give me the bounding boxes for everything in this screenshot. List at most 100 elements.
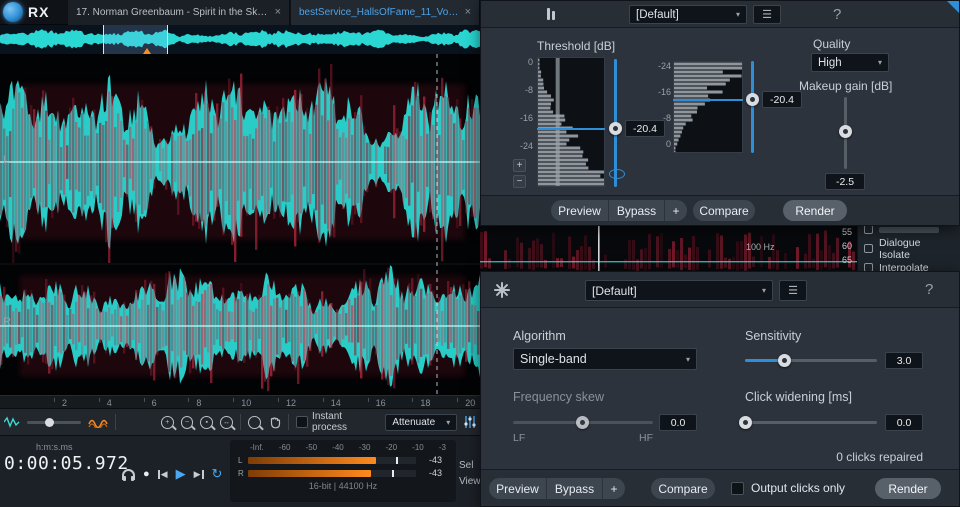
hist-zoom-in-button[interactable]: + bbox=[513, 159, 526, 172]
meter-scale-label: -Inf. bbox=[250, 443, 264, 452]
declick-preset-dropdown[interactable]: [Default] ▾ bbox=[585, 280, 773, 301]
freq-axis-label: 100 Hz bbox=[746, 242, 775, 252]
tab-label: 17. Norman Greenbaum - Spirit in the Sky… bbox=[76, 7, 269, 18]
collapse-icon[interactable]: « bbox=[2, 32, 8, 44]
blend-slider[interactable] bbox=[27, 421, 82, 424]
bypass-button[interactable]: Bypass bbox=[609, 200, 665, 221]
close-icon[interactable]: × bbox=[275, 7, 281, 18]
help-icon[interactable]: ? bbox=[925, 281, 933, 298]
compare-button[interactable]: Compare bbox=[693, 200, 755, 221]
preset-menu-button[interactable]: ☰ bbox=[753, 5, 781, 24]
attenuate-dropdown[interactable]: Attenuate ▾ bbox=[385, 414, 457, 431]
preset-menu-button[interactable]: ☰ bbox=[779, 280, 807, 301]
hand-tool-icon[interactable] bbox=[268, 415, 282, 429]
meter-scale-label: -50 bbox=[306, 443, 318, 452]
threshold-left-knob[interactable] bbox=[609, 122, 622, 135]
close-icon[interactable]: × bbox=[465, 7, 471, 18]
module-label: Dialogue Isolate bbox=[879, 237, 954, 261]
blend-slider-knob[interactable] bbox=[45, 418, 54, 427]
hist-zoom-out-button[interactable]: − bbox=[513, 175, 526, 188]
frequency-skew-knob[interactable] bbox=[576, 416, 589, 429]
render-button[interactable]: Render bbox=[783, 200, 847, 221]
sensitivity-knob[interactable] bbox=[778, 354, 791, 367]
selection-region[interactable] bbox=[103, 25, 168, 54]
go-to-end-button[interactable]: ▶ bbox=[194, 469, 204, 480]
algorithm-dropdown[interactable]: Single-band ▾ bbox=[513, 348, 697, 370]
editor-toolbar: + − ▪ ↔ Instant process Attenuate ▾ bbox=[0, 408, 480, 435]
channel-label-right: R bbox=[3, 316, 11, 328]
click-widening-slider[interactable] bbox=[745, 421, 877, 424]
output-clicks-checkbox[interactable] bbox=[731, 482, 744, 495]
zoom-out-icon[interactable]: − bbox=[181, 416, 194, 429]
declip-module-icon bbox=[547, 8, 555, 20]
threshold-right-axis: -24-16-80 bbox=[647, 61, 671, 149]
frequency-skew-value[interactable]: 0.0 bbox=[659, 414, 697, 431]
play-button[interactable]: ▶ bbox=[176, 466, 186, 482]
meter-right-label: R bbox=[238, 469, 244, 478]
makeup-gain-value[interactable]: -2.5 bbox=[825, 173, 865, 190]
tab-file-2[interactable]: bestService_HallsOfFame_11_Vocals_Dry.wa… bbox=[291, 0, 480, 25]
add-module-chain-button[interactable]: + bbox=[603, 478, 625, 499]
overview-waveform-strip[interactable]: « bbox=[0, 25, 480, 54]
preview-button[interactable]: Preview bbox=[489, 478, 547, 499]
zoom-fit-icon[interactable]: ↔ bbox=[220, 416, 233, 429]
add-module-chain-button[interactable]: + bbox=[665, 200, 687, 221]
bypass-button[interactable]: Bypass bbox=[547, 478, 603, 499]
spectrogram-canvas[interactable] bbox=[0, 54, 480, 395]
compare-button[interactable]: Compare bbox=[651, 478, 715, 499]
mixer-icon[interactable] bbox=[464, 415, 476, 429]
time-display[interactable]: 0:00:05.972 bbox=[4, 453, 129, 474]
preview-button[interactable]: Preview bbox=[551, 200, 609, 221]
threshold-right-histogram[interactable] bbox=[673, 61, 743, 153]
click-widening-label: Click widening [ms] bbox=[745, 390, 852, 404]
time-format-label[interactable]: h:m:s.ms bbox=[36, 442, 73, 452]
tab-file-1[interactable]: 17. Norman Greenbaum - Spirit in the Sky… bbox=[68, 0, 290, 25]
declip-footer: Preview Bypass + Compare Render bbox=[481, 195, 959, 225]
spectrogram-view[interactable]: L R bbox=[0, 54, 480, 395]
app-name: RX bbox=[28, 4, 49, 20]
meter-scale-label: -60 bbox=[279, 443, 291, 452]
spectrogram-settings-icon[interactable] bbox=[88, 416, 108, 428]
panel-corner-accent bbox=[947, 1, 959, 13]
divider bbox=[115, 414, 116, 430]
meter-scale-label: -30 bbox=[359, 443, 371, 452]
link-channels-icon[interactable] bbox=[609, 169, 625, 179]
threshold-left-histogram[interactable] bbox=[537, 57, 605, 187]
record-button[interactable]: ● bbox=[143, 468, 150, 480]
sel-label: Sel bbox=[459, 460, 473, 471]
threshold-right-value[interactable]: -20.4 bbox=[762, 91, 802, 108]
ruler-tick: 10 bbox=[241, 398, 251, 408]
sensitivity-value[interactable]: 3.0 bbox=[885, 352, 923, 369]
loop-button[interactable]: ↻ bbox=[212, 466, 223, 482]
monitor-headphones-icon[interactable] bbox=[122, 469, 135, 480]
click-widening-knob[interactable] bbox=[739, 416, 752, 429]
zoom-in-icon[interactable]: + bbox=[161, 416, 174, 429]
level-meters[interactable]: -Inf.-60-50-40-30-20-10-3 L -43 R -43 16… bbox=[230, 440, 456, 502]
attenuate-value: Attenuate bbox=[392, 417, 435, 428]
overview-waveform bbox=[0, 25, 480, 54]
background-spectrogram-strip: 100 Hz 556065 Dialogue IsolateInterpolat… bbox=[480, 226, 960, 271]
axis-label: -24 bbox=[520, 141, 533, 151]
ruler-tick: 6 bbox=[152, 398, 157, 408]
threshold-right-knob[interactable] bbox=[746, 93, 759, 106]
titlebar: RX 17. Norman Greenbaum - Spirit in the … bbox=[0, 0, 480, 25]
help-icon[interactable]: ? bbox=[833, 6, 841, 23]
module-list-item[interactable]: Dialogue Isolate bbox=[858, 239, 960, 258]
ruler-tick: 8 bbox=[196, 398, 201, 408]
makeup-gain-knob[interactable] bbox=[839, 125, 852, 138]
quality-dropdown[interactable]: High ▾ bbox=[811, 53, 889, 72]
instant-process-checkbox[interactable] bbox=[296, 416, 308, 428]
threshold-right-slider[interactable] bbox=[751, 61, 754, 153]
lf-label: LF bbox=[513, 432, 525, 444]
time-ruler[interactable]: 2468101214161820 bbox=[0, 395, 480, 408]
divider bbox=[288, 414, 289, 430]
render-button[interactable]: Render bbox=[875, 478, 941, 499]
declip-preset-dropdown[interactable]: [Default] ▾ bbox=[629, 5, 747, 24]
magnify-tool-icon[interactable] bbox=[248, 416, 261, 429]
waveform-view-icon[interactable] bbox=[4, 416, 20, 428]
zoom-selection-icon[interactable]: ▪ bbox=[200, 416, 213, 429]
go-to-start-button[interactable]: ◀ bbox=[158, 469, 168, 480]
chevron-down-icon: ▾ bbox=[762, 286, 766, 295]
instant-process-label: Instant process bbox=[312, 411, 378, 433]
click-widening-value[interactable]: 0.0 bbox=[885, 414, 923, 431]
